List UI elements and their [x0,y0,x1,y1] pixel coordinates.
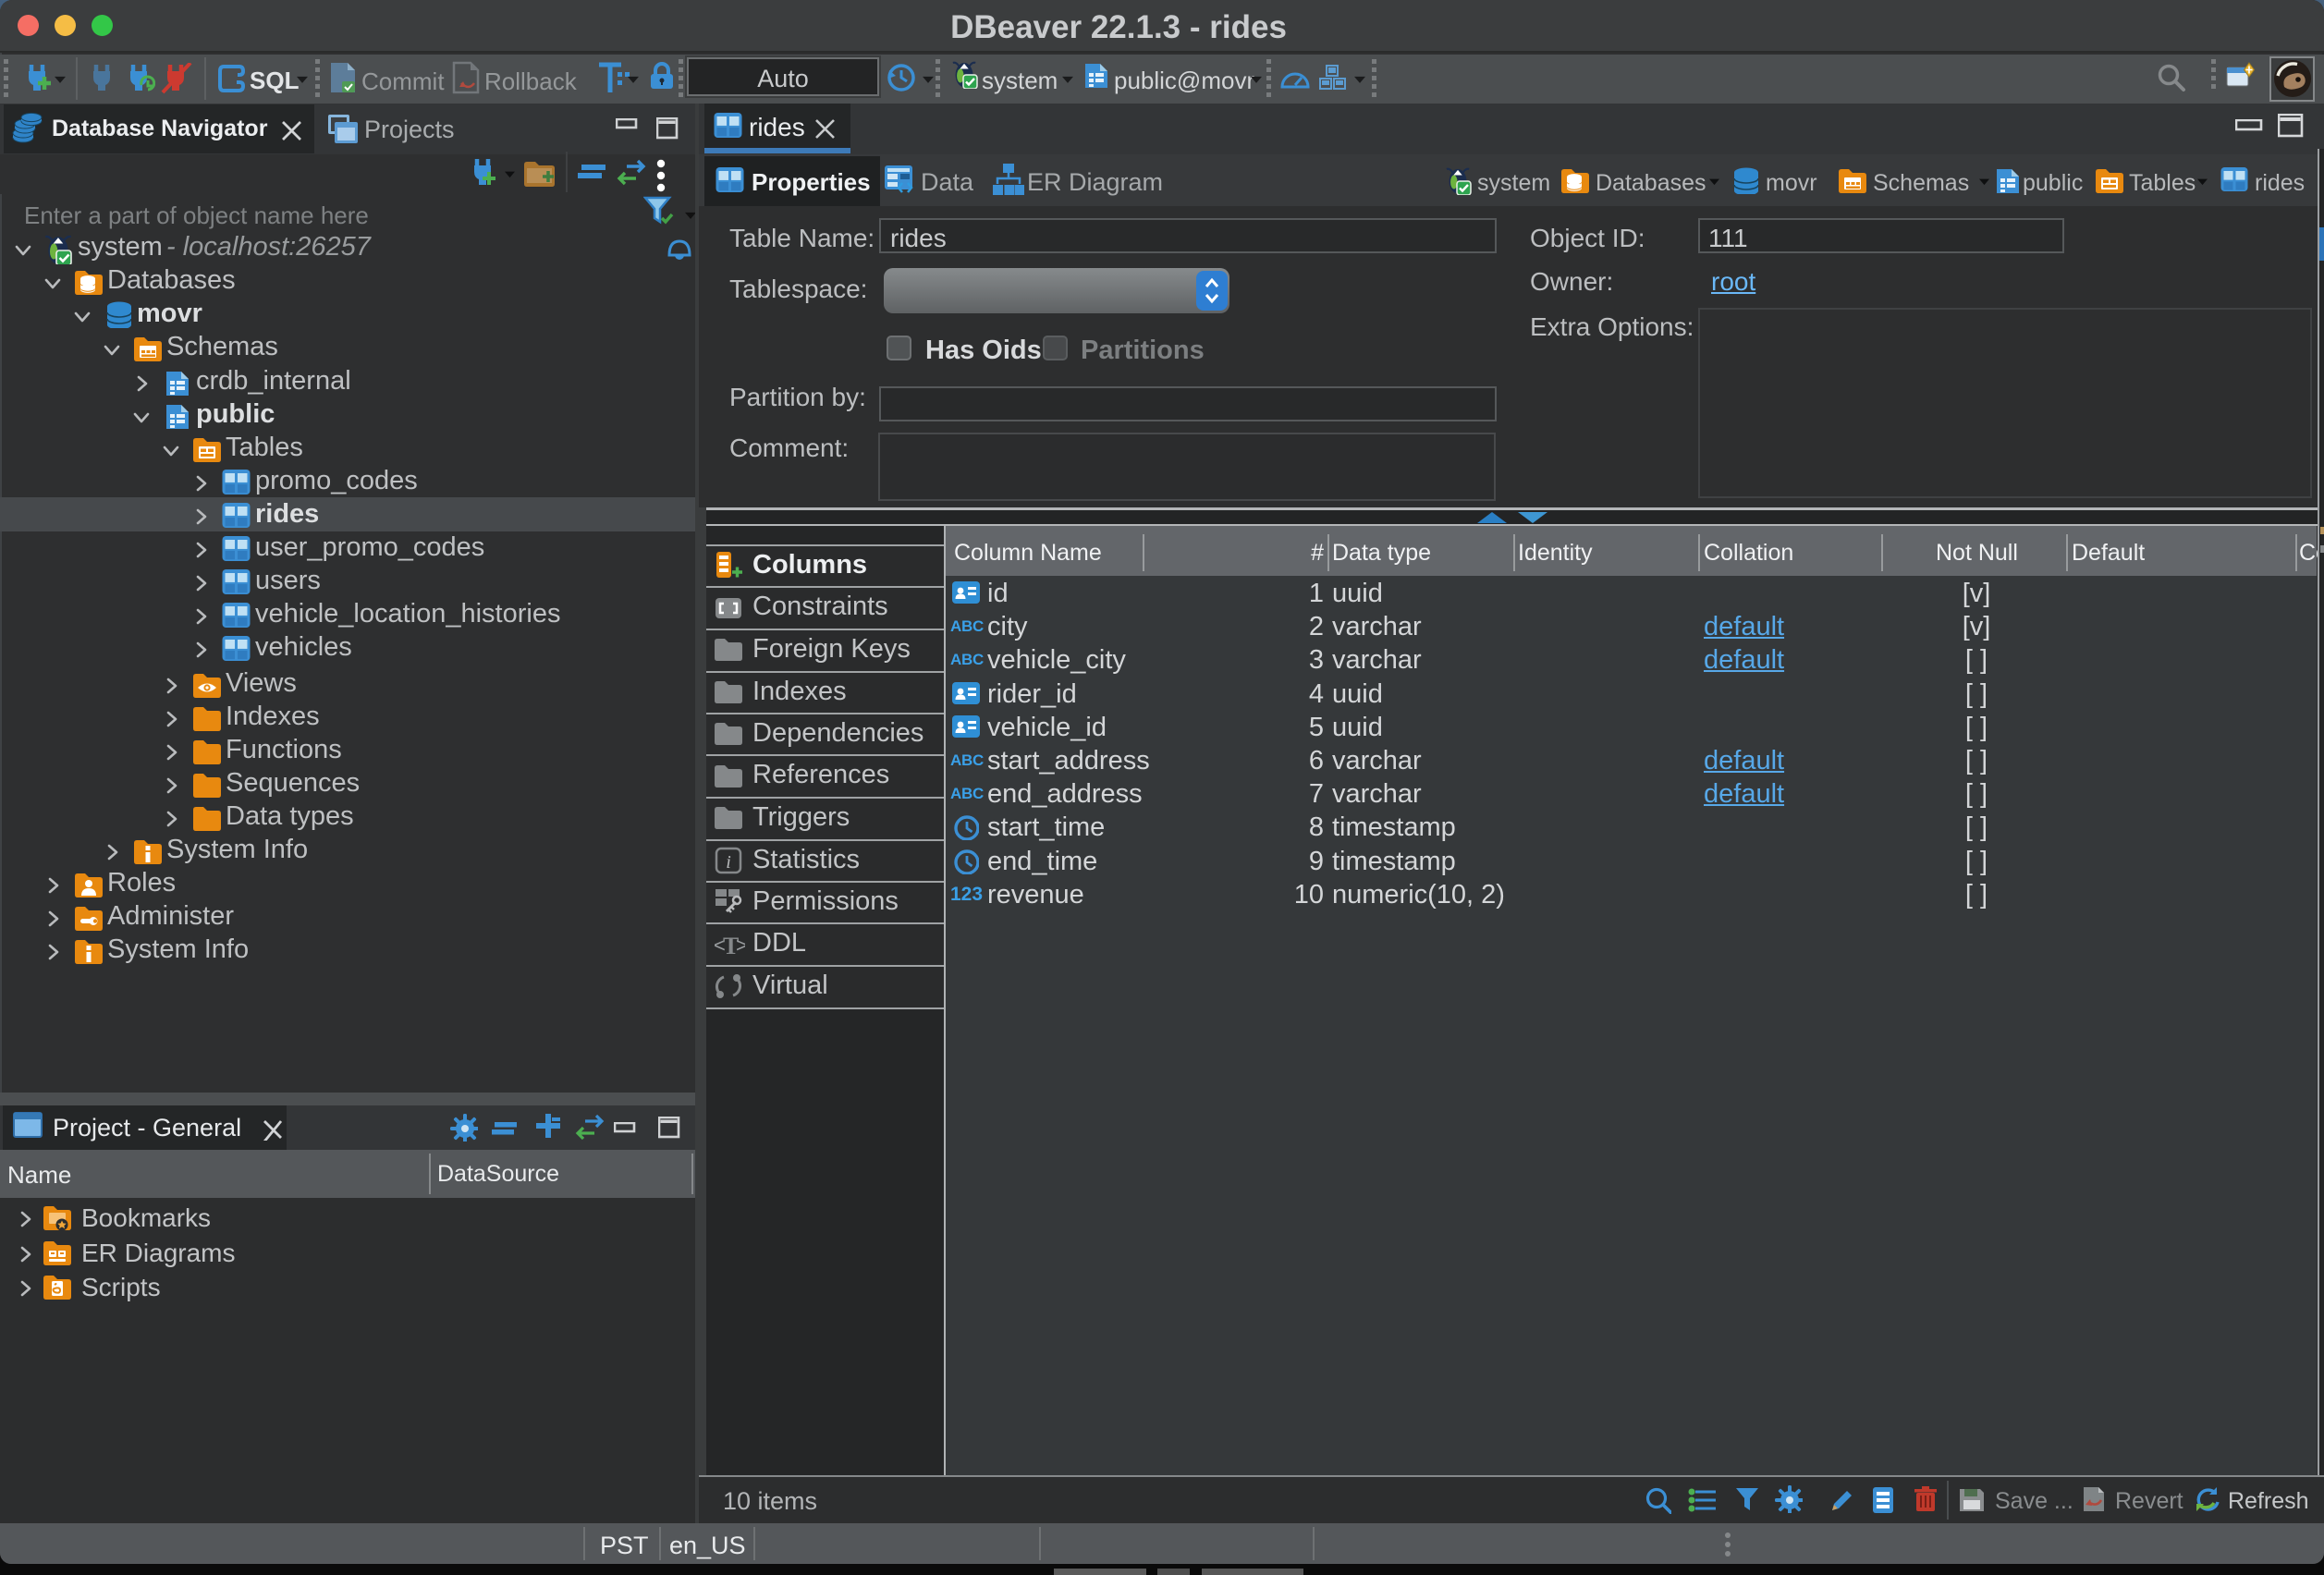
svg-text:>: > [736,934,745,957]
svg-text:i: i [726,852,731,873]
